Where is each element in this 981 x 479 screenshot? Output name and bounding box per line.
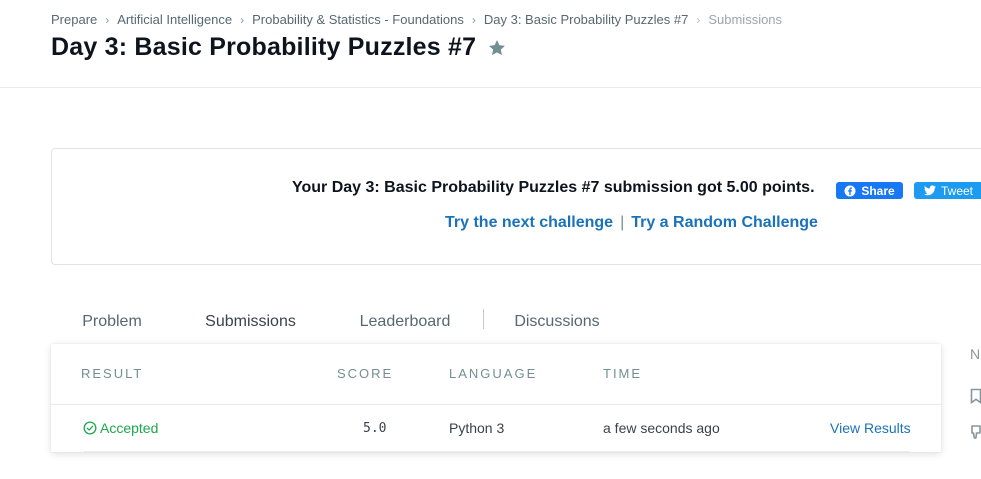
header-row-divider [51,404,941,405]
star-icon[interactable] [487,38,507,58]
column-header-time: TIME [603,366,643,381]
chevron-right-icon: › [696,12,701,27]
submissions-table: RESULT SCORE LANGUAGE TIME Accepted 5.0 … [51,344,941,452]
random-challenge-link[interactable]: Try a Random Challenge [631,214,818,231]
column-header-result: RESULT [81,366,144,381]
row-bottom-divider [84,451,909,452]
column-header-score: SCORE [337,366,394,381]
chevron-right-icon: › [240,12,245,27]
breadcrumb-challenge[interactable]: Day 3: Basic Probability Puzzles #7 [484,12,688,27]
breadcrumb-probability-statistics[interactable]: Probability & Statistics - Foundations [252,12,464,27]
facebook-share-button[interactable]: Share [836,182,903,199]
thumbs-down-icon[interactable] [970,424,981,445]
tweet-button[interactable]: Tweet [914,182,981,199]
status-label: Accepted [100,420,159,436]
link-separator: | [620,214,625,231]
submission-result-panel: Your Day 3: Basic Probability Puzzles #7… [51,148,981,265]
tab-discussions[interactable]: Discussions [489,300,625,344]
tab-problem[interactable]: Problem [51,300,173,344]
status-badge: Accepted [83,420,158,436]
tab-submissions[interactable]: Submissions [174,300,327,344]
score-value: 5.0 [363,421,387,436]
facebook-icon [844,185,856,196]
tweet-label: Tweet [941,183,974,198]
bookmark-icon[interactable] [970,388,981,409]
view-results-link[interactable]: View Results [830,420,911,436]
next-challenge-link[interactable]: Try the next challenge [445,214,613,231]
chevron-right-icon: › [471,12,476,27]
challenge-tabs: Problem Submissions Leaderboard Discussi… [51,300,611,344]
language-value: Python 3 [449,420,505,436]
page-title: Day 3: Basic Probability Puzzles #7 [51,33,477,61]
title-row: Day 3: Basic Probability Puzzles #7 [51,33,507,62]
breadcrumb-current: Submissions [708,12,783,27]
check-circle-icon [83,421,97,435]
twitter-bird-icon [924,185,936,196]
column-header-language: LANGUAGE [449,366,538,381]
challenge-links: Try the next challenge | Try a Random Chal… [445,214,818,232]
tab-leaderboard[interactable]: Leaderboard [331,300,479,344]
breadcrumb-prepare[interactable]: Prepare [51,12,97,27]
breadcrumb: Prepare › Artificial Intelligence › Prob… [51,12,782,27]
chevron-right-icon: › [105,12,110,27]
header-divider [0,87,981,88]
share-label: Share [861,183,895,198]
breadcrumb-artificial-intelligence[interactable]: Artificial Intelligence [117,12,232,27]
time-value: a few seconds ago [603,420,720,436]
side-panel-heading: N [970,346,981,362]
result-message: Your Day 3: Basic Probability Puzzles #7… [292,179,815,196]
tab-divider [483,309,484,329]
